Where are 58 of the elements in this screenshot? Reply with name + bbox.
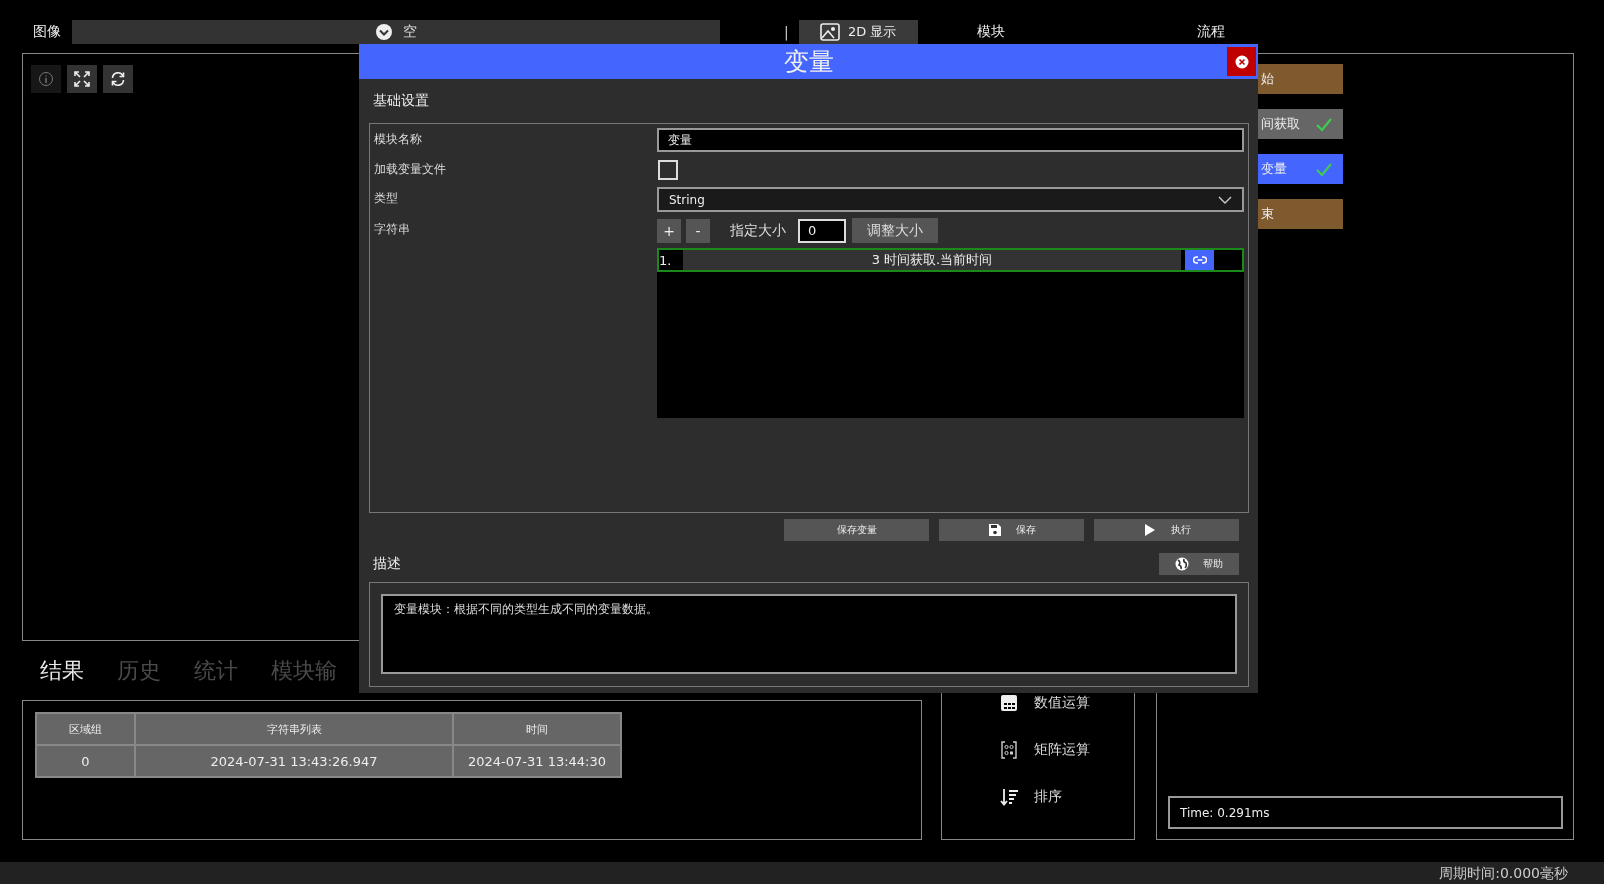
sort-icon [1000,787,1018,806]
section-title: 描述 [373,555,401,573]
link-icon [1192,256,1207,264]
separator-text: | [784,24,789,40]
help-button[interactable]: 帮助 [1159,553,1239,575]
type-dropdown[interactable]: String [657,187,1244,212]
checkbox[interactable] [658,160,678,180]
refresh-icon [110,71,126,87]
description-field[interactable]: 变量模块：根据不同的类型生成不同的变量数据。 [381,594,1237,674]
table-cell: 2024-07-31 13:44:30 [453,745,621,777]
image-label: 图像 [32,23,62,41]
size-label: 指定大小 [730,221,786,240]
string-value[interactable]: 3 时间获取.当前时间 [683,250,1181,270]
flow-label: 流程 [1197,23,1225,41]
run-button[interactable]: 执行 [1094,519,1239,541]
module-item[interactable]: 矩阵运算 [1034,740,1090,759]
field-label: 加载变量文件 [374,161,447,178]
chevron-down-icon [1218,195,1232,204]
fullscreen-button[interactable] [67,65,97,93]
image-icon [820,23,840,41]
field-label: 字符串 [374,221,411,238]
size-field[interactable]: 0 [798,218,846,243]
add-button[interactable]: + [657,218,681,243]
field-label: 类型 [374,190,399,207]
close-button[interactable] [1227,47,1256,76]
play-icon [1142,523,1157,537]
resize-button[interactable]: 调整大小 [852,218,938,243]
module-item[interactable]: 排序 [1034,787,1062,806]
link-button[interactable] [1185,250,1214,270]
close-icon [1234,54,1249,69]
section-title: 基础设置 [372,91,430,110]
column-header: 区域组 [36,713,135,745]
time-readout: Time: 0.291ms [1168,796,1563,829]
name-field[interactable]: 变量 [657,128,1244,152]
globe-icon [1175,557,1189,571]
table-cell: 0 [36,745,135,777]
column-header: 字符串列表 [135,713,453,745]
fullscreen-icon [74,71,90,87]
status-bar: 周期时间:0.000毫秒 [0,862,1604,884]
table-cell: 2024-07-31 13:43:26.947 [135,745,453,777]
info-icon [38,71,54,87]
save-variable-button[interactable]: 保存变量 [784,519,929,541]
module-item[interactable]: 数值运算 [1034,693,1090,712]
column-header: 时间 [453,713,621,745]
dialog-title: 变量 [783,46,834,78]
remove-button[interactable]: - [686,218,710,243]
module-label: 模块 [977,23,1006,41]
row-index: 1. [659,252,673,268]
result-tab[interactable]: 结果 [40,655,84,686]
matrix-icon [1000,740,1018,759]
image-source-dropdown[interactable]: 空 [72,20,720,44]
save-button[interactable]: 保存 [939,519,1084,541]
refresh-button[interactable] [103,65,133,93]
display-2d-button[interactable]: 2D 显示 [798,20,918,44]
chevron-down-icon [375,23,393,41]
save-icon [987,523,1002,537]
calculator-icon [1000,693,1018,712]
field-label: 模块名称 [374,131,423,148]
